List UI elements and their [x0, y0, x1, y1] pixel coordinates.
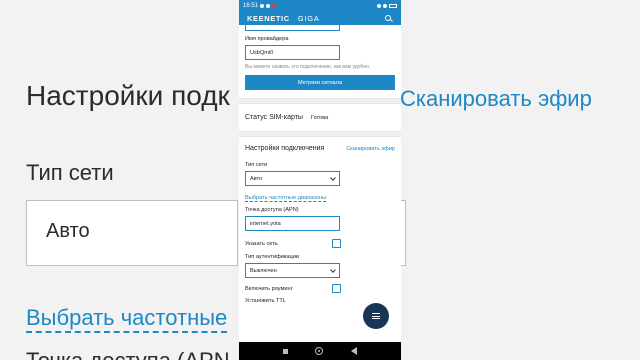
chevron-down-icon	[330, 266, 336, 273]
auth-label: Тип аутентификации	[245, 254, 299, 260]
apn-label: Точка доступа (APN)	[245, 207, 299, 213]
bg-net-type: Тип сети	[26, 160, 114, 185]
battery-icon	[389, 4, 397, 8]
net-type-value: Авто	[250, 175, 263, 182]
signal-metrics-button[interactable]: Метрики сигнала	[245, 75, 395, 90]
model-name: GIGA	[297, 14, 320, 23]
recents-icon[interactable]	[282, 348, 288, 354]
bg-title: Настройки подк	[26, 80, 230, 111]
freq-bands-link[interactable]: Выбрать частотные диапазоны	[245, 195, 327, 202]
wifi-icon	[377, 4, 381, 8]
home-icon[interactable]	[315, 347, 324, 355]
bg-scan-link: Сканировать эфир	[400, 86, 592, 111]
roaming-label: Включить роуминг	[245, 285, 293, 292]
android-nav-bar	[239, 342, 401, 360]
notification-icon	[260, 4, 265, 8]
bg-auto: Авто	[46, 220, 90, 242]
previous-field[interactable]	[245, 25, 340, 31]
bg-apn: Точка доступа (APN	[26, 348, 230, 360]
auth-select[interactable]: Выключен	[245, 263, 340, 278]
notification-icon	[272, 4, 277, 8]
apn-input[interactable]: internet.yota	[245, 216, 340, 231]
app-bar: KEENETIC GIGA	[239, 12, 401, 25]
auth-value: Выключен	[250, 267, 277, 274]
provider-input[interactable]: UsbQmi0	[245, 45, 340, 60]
provider-hint: Вы можете назвать это подключение, как в…	[245, 64, 371, 70]
divider	[239, 131, 401, 137]
specify-network-row: Указать сеть	[245, 239, 341, 248]
main-content: Имя провайдера UsbQmi0 Вы можете назвать…	[239, 25, 401, 304]
scan-air-link[interactable]: Сканировать эфир	[346, 146, 395, 152]
notification-icon	[266, 4, 271, 8]
sim-status-row: Статус SIM-карты Готова	[245, 104, 395, 131]
sim-status-label: Статус SIM-карты	[245, 114, 303, 121]
phone-screen: 16:51 KEENETIC GIGA Имя провайдера UsbQmi…	[239, 0, 401, 360]
sim-status-value: Готова	[310, 114, 329, 121]
specify-network-label: Указать сеть	[245, 240, 278, 247]
net-type-select[interactable]: Авто	[245, 171, 340, 186]
connection-header: Настройки подключения Сканировать эфир	[245, 145, 395, 152]
chevron-down-icon	[330, 174, 336, 181]
bg-freq-link: Выбрать частотные	[26, 305, 228, 333]
status-bar: 16:51	[239, 0, 401, 12]
net-type-label: Тип сети	[245, 162, 268, 168]
specify-network-checkbox[interactable]	[332, 239, 341, 248]
connection-title: Настройки подключения	[245, 145, 325, 152]
provider-label: Имя провайдера	[245, 36, 289, 42]
status-time: 16:51	[243, 3, 259, 9]
brand-name: KEENETIC	[247, 14, 290, 23]
roaming-row: Включить роуминг	[245, 284, 341, 293]
back-icon[interactable]	[351, 347, 358, 355]
menu-fab[interactable]	[363, 303, 389, 329]
search-icon[interactable]	[385, 14, 393, 23]
roaming-checkbox[interactable]	[332, 284, 341, 293]
signal-icon	[383, 4, 387, 8]
brand-logo: KEENETIC GIGA	[247, 14, 320, 23]
menu-icon	[372, 313, 380, 319]
